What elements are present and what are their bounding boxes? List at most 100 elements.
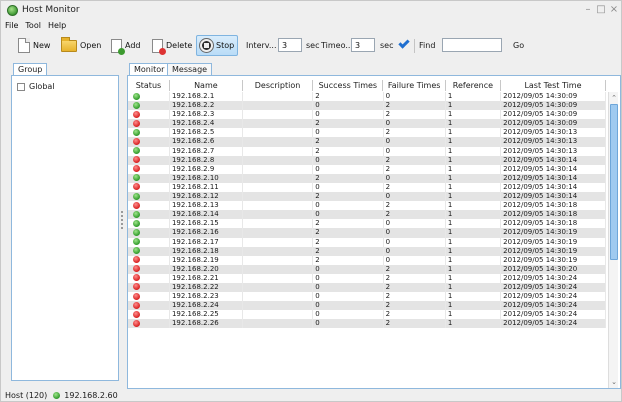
col-name-cell: 192.168.2.11	[170, 182, 243, 193]
host-count: Host (120)	[5, 391, 48, 400]
menu-tool[interactable]: Tool	[25, 21, 41, 33]
table-row[interactable]: 192.168.2.22 0 2 1 2012/09/05 14:30:24	[128, 282, 606, 293]
app-logo-icon	[7, 5, 18, 16]
scroll-thumb[interactable]	[610, 104, 618, 260]
interval-label: Interv...	[246, 41, 277, 50]
status-cell	[128, 246, 170, 256]
timeout-input[interactable]	[351, 38, 375, 52]
col-description-cell	[243, 173, 314, 183]
col-failure-times-cell: 0	[384, 119, 446, 129]
delete-button[interactable]: Delete	[149, 35, 195, 56]
table-row[interactable]: 192.168.2.11 0 2 1 2012/09/05 14:30:14	[128, 182, 606, 193]
col-name-cell: 192.168.2.2	[170, 101, 243, 111]
table-row[interactable]: 192.168.2.18 2 0 1 2012/09/05 14:30:19	[128, 246, 606, 256]
table-row[interactable]: 192.168.2.6 2 0 1 2012/09/05 14:30:13	[128, 137, 606, 147]
col-reference-header[interactable]: Reference	[446, 80, 501, 91]
vertical-scrollbar[interactable]: ⌃ ⌄	[608, 92, 618, 388]
table-row[interactable]: 192.168.2.4 2 0 1 2012/09/05 14:30:09	[128, 119, 606, 129]
col-reference-cell: 1	[446, 228, 502, 238]
table-row[interactable]: 192.168.2.21 0 2 1 2012/09/05 14:30:24	[128, 273, 606, 283]
status-ok-icon	[133, 101, 140, 109]
table-row[interactable]: 192.168.2.17 2 0 1 2012/09/05 14:30:19	[128, 237, 606, 247]
stop-icon	[200, 39, 213, 52]
col-status-header[interactable]: Status	[128, 80, 170, 91]
menu-file[interactable]: File	[5, 21, 18, 33]
table-row[interactable]: 192.168.2.5 0 2 1 2012/09/05 14:30:13	[128, 128, 606, 138]
col-last-test-time-cell: 2012/09/05 14:30:24	[501, 301, 606, 311]
toolbar-separator	[414, 39, 415, 53]
col-description-cell	[243, 119, 314, 129]
status-ok-icon	[133, 174, 140, 182]
tab-monitor[interactable]: Monitor	[129, 63, 170, 75]
new-button[interactable]: New	[15, 35, 53, 56]
table-row[interactable]: 192.168.2.10 2 0 1 2012/09/05 14:30:14	[128, 173, 606, 183]
status-cell	[128, 264, 170, 274]
col-description-cell	[243, 146, 314, 156]
status-cell	[128, 119, 170, 129]
status-cell	[128, 137, 170, 147]
col-success-times-header[interactable]: Success Times	[313, 80, 384, 91]
table-row[interactable]: 192.168.2.20 0 2 1 2012/09/05 14:30:20	[128, 264, 606, 274]
col-failure-times-cell: 2	[384, 273, 446, 283]
table-row[interactable]: 192.168.2.25 0 2 1 2012/09/05 14:30:24	[128, 310, 606, 320]
col-description-cell	[243, 110, 314, 120]
col-last-test-time-cell: 2012/09/05 14:30:14	[501, 155, 606, 165]
tab-group[interactable]: Group	[13, 63, 48, 75]
splitter-handle[interactable]	[120, 211, 123, 233]
table-row[interactable]: 192.168.2.9 0 2 1 2012/09/05 14:30:14	[128, 164, 606, 174]
table-row[interactable]: 192.168.2.2 0 2 1 2012/09/05 14:30:09	[128, 101, 606, 111]
app-window: Host Monitor – □ × File Tool Help New Op…	[0, 0, 622, 402]
col-description-header[interactable]: Description	[243, 80, 314, 91]
col-name-cell: 192.168.2.23	[170, 292, 243, 302]
add-button[interactable]: Add	[108, 35, 144, 56]
stop-button[interactable]: Stop	[196, 35, 239, 56]
col-success-times-cell: 0	[313, 110, 384, 120]
table-row[interactable]: 192.168.2.12 2 0 1 2012/09/05 14:30:14	[128, 192, 606, 202]
table-row[interactable]: 192.168.2.13 0 2 1 2012/09/05 14:30:18	[128, 201, 606, 211]
go-button[interactable]: Go	[513, 41, 524, 50]
table-row[interactable]: 192.168.2.7 2 0 1 2012/09/05 14:30:13	[128, 146, 606, 156]
group-checkbox[interactable]	[17, 82, 25, 91]
menu-help[interactable]: Help	[48, 21, 66, 33]
minimize-icon[interactable]: –	[583, 4, 593, 15]
table-body: 192.168.2.1 2 0 1 2012/09/05 14:30:09 192.168…	[128, 92, 606, 329]
table-row[interactable]: 192.168.2.1 2 0 1 2012/09/05 14:30:09	[128, 92, 606, 102]
open-button[interactable]: Open	[58, 35, 104, 56]
find-input[interactable]	[442, 38, 502, 52]
scroll-down-icon[interactable]: ⌄	[610, 378, 618, 386]
tab-message[interactable]: Message	[167, 63, 213, 75]
col-failure-times-cell: 2	[384, 201, 446, 211]
status-ok-icon	[133, 210, 140, 218]
col-failure-times-header[interactable]: Failure Times	[383, 80, 446, 91]
table-row[interactable]: 192.168.2.3 0 2 1 2012/09/05 14:30:09	[128, 110, 606, 120]
col-last-test-time-cell: 2012/09/05 14:30:19	[501, 237, 606, 247]
menu-bar: File Tool Help	[5, 21, 66, 33]
close-icon[interactable]: ×	[609, 4, 619, 15]
status-cell	[128, 155, 170, 165]
table-row[interactable]: 192.168.2.23 0 2 1 2012/09/05 14:30:24	[128, 292, 606, 302]
table-row[interactable]: 192.168.2.19 2 0 1 2012/09/05 14:30:19	[128, 255, 606, 265]
table-row[interactable]: 192.168.2.8 0 2 1 2012/09/05 14:30:14	[128, 155, 606, 165]
scroll-up-icon[interactable]: ⌃	[610, 94, 618, 102]
table-row[interactable]: 192.168.2.24 0 2 1 2012/09/05 14:30:24	[128, 301, 606, 311]
col-reference-cell: 1	[446, 292, 502, 302]
add-host-icon	[111, 38, 125, 55]
table-row[interactable]: 192.168.2.15 2 0 1 2012/09/05 14:30:18	[128, 219, 606, 229]
status-cell	[128, 237, 170, 247]
group-item-global[interactable]: Global	[17, 82, 55, 91]
table-row[interactable]: 192.168.2.26 0 2 1 2012/09/05 14:30:24	[128, 319, 606, 329]
col-last-test-time-header[interactable]: Last Test Time	[501, 80, 606, 91]
col-name-cell: 192.168.2.7	[170, 146, 243, 156]
maximize-icon[interactable]: □	[596, 4, 606, 15]
apply-check-icon[interactable]	[398, 37, 410, 49]
status-cell	[128, 128, 170, 138]
col-name-cell: 192.168.2.17	[170, 237, 243, 247]
col-success-times-cell: 0	[313, 301, 384, 311]
table-row[interactable]: 192.168.2.14 0 2 1 2012/09/05 14:30:18	[128, 210, 606, 220]
table-row[interactable]: 192.168.2.16 2 0 1 2012/09/05 14:30:19	[128, 228, 606, 238]
col-description-cell	[243, 182, 314, 193]
col-name-header[interactable]: Name	[170, 80, 243, 91]
col-reference-cell: 1	[446, 246, 502, 256]
col-description-cell	[243, 201, 314, 211]
interval-input[interactable]	[278, 38, 302, 52]
